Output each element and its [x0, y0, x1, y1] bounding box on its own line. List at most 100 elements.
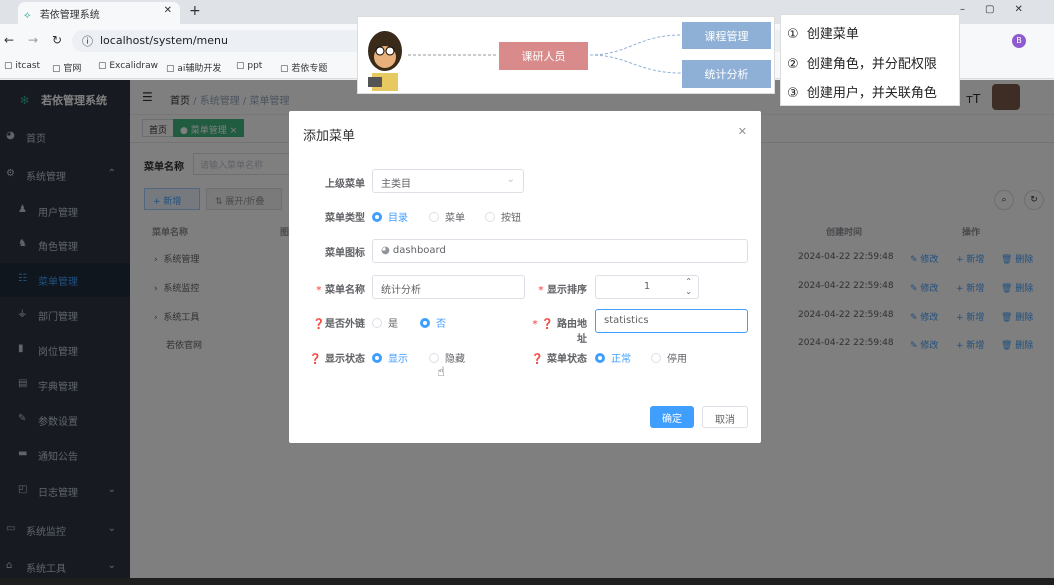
menu-node-label: 课程管理: [704, 30, 749, 43]
role-node-label: 课研人员: [521, 50, 566, 63]
external-label: ❓是否外链: [309, 315, 365, 330]
parent-label: 上级菜单: [309, 175, 365, 190]
profile-avatar[interactable]: B: [1012, 34, 1026, 48]
status-radio-normal[interactable]: 正常: [595, 350, 631, 365]
name-input[interactable]: 统计分析: [372, 275, 525, 299]
order-value: 1: [643, 281, 651, 292]
forward-icon[interactable]: →: [28, 33, 38, 47]
external-radio-yes[interactable]: 是: [372, 315, 398, 330]
bookmark-label: Excalidraw: [109, 61, 158, 71]
cancel-label: 取消: [715, 415, 735, 426]
step-text: 创建用户，并关联角色: [806, 86, 937, 101]
parent-value: 主类目: [381, 179, 411, 190]
dialog-title: 添加菜单: [303, 129, 356, 144]
radio-label: 停用: [667, 354, 687, 365]
new-tab-button[interactable]: +: [189, 3, 201, 19]
dashboard-icon: ◕: [381, 245, 390, 256]
icon-label-text: 菜单图标: [325, 248, 365, 259]
steps-note: ① 创建菜单 ② 创建角色，并分配权限 ③ 创建用户，并关联角色: [780, 14, 960, 106]
icon-input[interactable]: ◕ dashboard: [372, 239, 748, 263]
question-icon: ❓: [541, 319, 554, 330]
route-label: * ❓ 路由地址: [532, 319, 587, 345]
chevron-down-icon: ⌄: [506, 174, 515, 185]
route-label-text: 路由地址: [557, 319, 587, 345]
bookmark-ruoyi[interactable]: ▢ 若依专题: [280, 61, 327, 74]
bookmark-itcast[interactable]: ▢ itcast: [4, 61, 40, 71]
reload-icon[interactable]: ↻: [52, 33, 62, 47]
radio-dot: [372, 353, 382, 363]
parent-select[interactable]: 主类目 ⌄: [372, 169, 524, 193]
radio-label: 否: [436, 319, 446, 330]
type-radio-dir[interactable]: 目录: [372, 209, 408, 224]
confirm-button[interactable]: 确定: [650, 406, 694, 428]
window-controls: –▢✕: [960, 4, 1043, 15]
status-radio-disabled[interactable]: 停用: [651, 350, 687, 365]
bookmark-label: itcast: [15, 61, 41, 71]
favicon-icon: ⟡: [24, 10, 31, 21]
name-label-text: 菜单名称: [325, 285, 365, 296]
radio-dot: [485, 212, 495, 222]
step-text: 创建菜单: [806, 27, 859, 42]
bookmark-label: 官网: [63, 64, 82, 74]
type-radio-menu[interactable]: 菜单: [429, 209, 465, 224]
back-icon[interactable]: ←: [4, 33, 14, 47]
status-label: ❓ 菜单状态: [525, 350, 587, 365]
type-label: 菜单类型: [309, 209, 365, 224]
bookmark-excalidraw[interactable]: ▢ Excalidraw: [98, 61, 158, 71]
visible-label: ❓ 显示状态: [309, 350, 365, 365]
os-taskbar: [0, 578, 1054, 585]
visible-radio-hide[interactable]: 隐藏: [429, 350, 465, 365]
external-radio-no[interactable]: 否: [420, 315, 446, 330]
tab-title: 若依管理系统: [39, 10, 100, 21]
radio-label: 是: [388, 319, 398, 330]
menu-node-course: 课程管理: [682, 22, 771, 49]
type-radio-button[interactable]: 按钮: [485, 209, 521, 224]
add-menu-dialog: 添加菜单 ✕ 上级菜单 主类目 ⌄ 菜单类型 目录 菜单 按钮 菜单图标 ◕ da…: [289, 111, 761, 443]
step-num: ①: [787, 27, 799, 42]
visible-radio-show[interactable]: 显示: [372, 350, 408, 365]
radio-label: 目录: [388, 213, 408, 224]
icon-value: dashboard: [392, 245, 446, 256]
close-tab-icon[interactable]: ✕: [164, 5, 172, 16]
browser-tab[interactable]: ⟡ 若依管理系统 ✕: [18, 2, 180, 24]
step-num: ②: [787, 57, 799, 72]
radio-label: 显示: [388, 354, 408, 365]
close-icon[interactable]: ✕: [738, 125, 747, 138]
confirm-label: 确定: [662, 414, 682, 425]
modal-overlay-sidebar[interactable]: [0, 80, 130, 578]
status-label-text: 菜单状态: [547, 354, 587, 365]
radio-dot: [372, 318, 382, 328]
step-num: ③: [787, 86, 799, 101]
bookmark-ai[interactable]: ▢ ai辅助开发: [166, 61, 221, 74]
order-label-text: 显示排序: [547, 285, 587, 296]
radio-label: 隐藏: [445, 354, 465, 365]
visible-label-text: 显示状态: [325, 354, 365, 365]
radio-label: 按钮: [501, 213, 521, 224]
step-text: 创建角色，并分配权限: [806, 57, 937, 72]
route-value: statistics: [604, 315, 649, 326]
route-input[interactable]: statistics: [595, 309, 748, 333]
step-item: ① 创建菜单: [787, 23, 859, 42]
type-label-text: 菜单类型: [325, 213, 365, 224]
cancel-button[interactable]: 取消: [702, 406, 748, 428]
parent-label-text: 上级菜单: [325, 179, 365, 190]
radio-dot: [651, 353, 661, 363]
order-stepper[interactable]: 1 ⌃ ⌄: [595, 275, 699, 299]
bookmark-official[interactable]: ▢ 官网: [52, 61, 81, 74]
step-item: ② 创建角色，并分配权限: [787, 53, 937, 72]
bookmark-ppt[interactable]: ▢ ppt: [236, 61, 262, 71]
bookmark-label: 若依专题: [291, 64, 328, 74]
menu-node-stats: 统计分析: [682, 60, 771, 88]
menu-node-label: 统计分析: [704, 68, 749, 81]
profile-initial: B: [1016, 36, 1022, 45]
radio-label: 正常: [611, 354, 631, 365]
stepper-arrows-icon[interactable]: ⌃ ⌄: [685, 277, 692, 297]
external-label-text: 是否外链: [325, 319, 365, 330]
question-icon: ❓: [309, 354, 322, 365]
bookmark-label: ppt: [247, 61, 263, 71]
bookmark-label: ai辅助开发: [177, 64, 222, 74]
radio-dot: [420, 318, 430, 328]
role-node: 课研人员: [499, 42, 588, 70]
info-icon[interactable]: ⓘ: [82, 33, 93, 49]
icon-label: 菜单图标: [309, 244, 365, 259]
